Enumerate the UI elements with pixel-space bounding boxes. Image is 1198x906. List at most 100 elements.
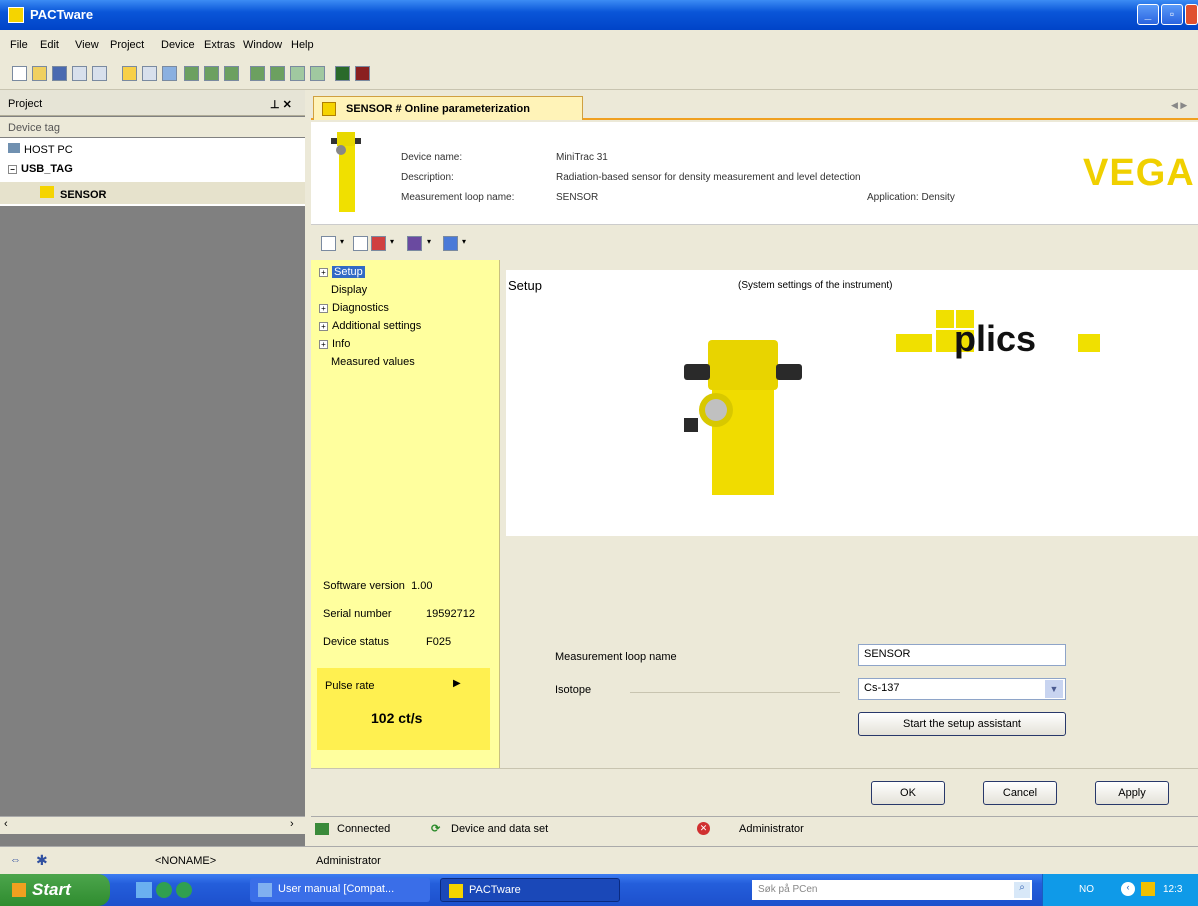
setup-subtitle: (System settings of the instrument) [738, 280, 893, 291]
menu-edit[interactable]: Edit [40, 39, 59, 51]
error-icon: ✕ [697, 822, 710, 835]
pulse-rate-label: Pulse rate [325, 680, 375, 692]
menu-help[interactable]: Help [291, 39, 314, 51]
start-button[interactable]: Start [0, 874, 110, 906]
cancel-button[interactable]: Cancel [983, 781, 1057, 805]
topology-icon[interactable] [142, 66, 157, 81]
project-panel-header: Project ⊥ ✕ [0, 90, 305, 116]
arrow-right-icon[interactable]: ▶ [453, 678, 461, 689]
print-icon[interactable] [72, 66, 87, 81]
print-icon[interactable] [353, 236, 368, 251]
back-icon[interactable] [156, 882, 172, 898]
nav-info[interactable]: + Info [319, 338, 350, 350]
navigation-tree: + Setup Display + Diagnostics + Additional … [311, 260, 500, 768]
help-icon[interactable] [443, 236, 458, 251]
task-user-manual[interactable]: User manual [Compat... [250, 878, 430, 902]
menu-extras[interactable]: Extras [204, 39, 235, 51]
apply-button[interactable]: Apply [1095, 781, 1169, 805]
tray-app-icon[interactable] [1141, 882, 1155, 896]
loop-name-input[interactable]: SENSOR [858, 644, 1066, 666]
computer-icon [8, 143, 20, 153]
plics-text: plics [954, 318, 1037, 359]
network-icon[interactable]: ⇔ [10, 854, 21, 866]
connect-icon[interactable] [184, 66, 199, 81]
new-icon[interactable] [12, 66, 27, 81]
view-icon[interactable] [321, 236, 336, 251]
collapse-icon[interactable]: − [8, 165, 17, 174]
expand-icon[interactable]: + [319, 304, 328, 313]
main-toolbar [0, 58, 1198, 90]
open-icon[interactable] [32, 66, 47, 81]
star-icon[interactable]: ✱ [36, 852, 48, 869]
expand-icon[interactable]: + [319, 268, 328, 277]
expand-icon[interactable]: + [319, 340, 328, 349]
parameter-icon[interactable] [270, 66, 285, 81]
nav-additional-settings[interactable]: + Additional settings [319, 320, 421, 332]
disconnect-icon[interactable] [204, 66, 219, 81]
device-catalog-icon[interactable] [122, 66, 137, 81]
pin-icon[interactable]: ⊥ ✕ [270, 98, 292, 111]
chevron-down-icon[interactable]: ▾ [390, 237, 394, 246]
search-input[interactable]: Søk på PCen [752, 880, 1032, 900]
dialog-buttons: OK Cancel Apply [311, 768, 1198, 816]
window-icon[interactable] [162, 66, 177, 81]
nav-diagnostics[interactable]: + Diagnostics [319, 302, 389, 314]
download-icon[interactable] [250, 66, 265, 81]
forward-icon[interactable] [176, 882, 192, 898]
isotope-select[interactable]: Cs-137 ▼ [858, 678, 1066, 700]
language-indicator[interactable]: NO [1079, 884, 1094, 895]
chevron-down-icon[interactable]: ▼ [1045, 680, 1063, 698]
tree-usb-tag[interactable]: − USB_TAG [8, 163, 73, 175]
quicklaunch-icon[interactable] [136, 882, 152, 898]
preview-icon[interactable] [92, 66, 107, 81]
chevron-down-icon[interactable]: ▾ [427, 237, 431, 246]
expand-icon[interactable]: + [319, 322, 328, 331]
project-panel: Project ⊥ ✕ Device tag HOST PC − USB_TAG … [0, 90, 305, 846]
ok-button[interactable]: OK [871, 781, 945, 805]
nav-setup[interactable]: + Setup [319, 266, 365, 278]
minimize-button[interactable]: _ [1137, 4, 1159, 25]
system-tray: NO ‹ 12:3 [1042, 874, 1198, 906]
pulse-rate-box[interactable]: Pulse rate ▶ 102 ct/s [317, 668, 490, 750]
wrench-icon[interactable] [371, 236, 386, 251]
chevron-down-icon[interactable]: ▾ [462, 237, 466, 246]
setup-page: Setup (System settings of the instrument… [500, 260, 1198, 768]
nav-display[interactable]: Display [331, 284, 367, 296]
menu-device[interactable]: Device [161, 39, 195, 51]
divider [630, 692, 840, 693]
measured-value-icon[interactable] [290, 66, 305, 81]
isotope-label: Isotope [555, 684, 592, 696]
chevron-down-icon[interactable]: ▾ [340, 237, 344, 246]
device-tag-column[interactable]: Device tag [0, 117, 305, 137]
device-status-label: Device status [323, 636, 390, 648]
save-icon[interactable] [52, 66, 67, 81]
scroll-right-icon[interactable]: › [290, 818, 294, 830]
scroll-left-icon[interactable]: ‹ [4, 818, 8, 830]
sensor-icon [40, 186, 54, 198]
tray-icon[interactable]: ‹ [1121, 882, 1135, 896]
search-icon[interactable]: ⌕ [1014, 882, 1030, 898]
menu-project[interactable]: Project [110, 39, 144, 51]
tab-nav-icon[interactable]: ◀ ▶ [1171, 100, 1187, 111]
menu-window[interactable]: Window [243, 39, 282, 51]
module-icon[interactable] [335, 66, 350, 81]
project-tree: HOST PC − USB_TAG SENSOR [0, 138, 305, 206]
upload-icon[interactable] [224, 66, 239, 81]
loop-name-label: Measurement loop name: [401, 192, 515, 203]
menu-view[interactable]: View [75, 39, 99, 51]
device-thumbnail [331, 132, 361, 212]
task-pactware[interactable]: PACTware [440, 878, 620, 902]
language-icon[interactable] [407, 236, 422, 251]
nav-measured-values[interactable]: Measured values [331, 356, 415, 368]
diagnosis-icon[interactable] [310, 66, 325, 81]
tab-online-parameterization[interactable]: SENSOR # Online parameterization [313, 96, 583, 120]
tree-host-pc[interactable]: HOST PC [8, 143, 73, 156]
close-button[interactable] [1185, 4, 1198, 25]
menu-file[interactable]: File [10, 39, 28, 51]
stop-icon[interactable] [355, 66, 370, 81]
tab-row: SENSOR # Online parameterization ◀ ▶ [311, 90, 1198, 120]
tree-sensor[interactable]: SENSOR [40, 186, 106, 201]
setup-assistant-button[interactable]: Start the setup assistant [858, 712, 1066, 736]
horizontal-scrollbar[interactable]: ‹ › [0, 816, 305, 834]
maximize-button[interactable]: ▫ [1161, 4, 1183, 25]
